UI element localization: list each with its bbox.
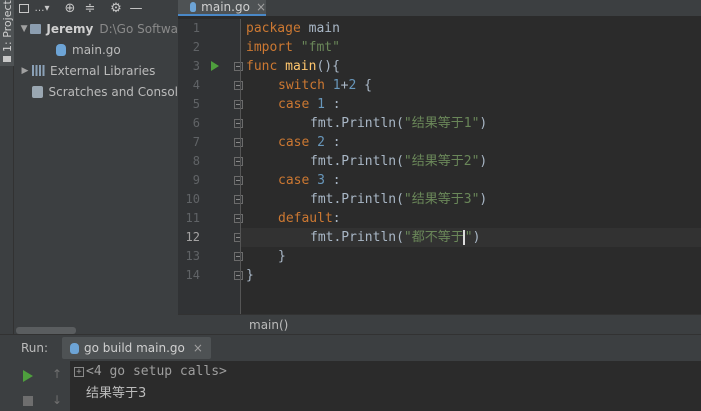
code-area[interactable]: package main import "fmt" func main(){ s… — [246, 19, 701, 314]
run-panel: Run: go build main.go × ↑ ↓ + <4 go setup… — [0, 334, 701, 411]
expand-icon[interactable]: + — [74, 366, 84, 377]
code-line-9: case 3 : — [278, 173, 341, 188]
hide-panel-icon[interactable]: — — [126, 0, 146, 16]
console-setup-calls[interactable]: + <4 go setup calls> — [74, 364, 227, 379]
breadcrumb-bar: main() — [178, 314, 701, 334]
run-gutter-icon[interactable] — [211, 61, 219, 71]
code-line-7: case 2 : — [278, 135, 341, 150]
libraries-icon — [32, 65, 45, 76]
line-number-current: 12 — [185, 230, 200, 244]
close-icon[interactable]: × — [193, 341, 203, 355]
go-file-icon — [56, 43, 66, 56]
left-tool-strip: 1: Project — [0, 0, 14, 334]
project-tree: ▼ Jeremy D:\Go Softwa main.go ▶ External… — [14, 18, 178, 102]
view-mode-icon[interactable] — [14, 0, 34, 16]
code-line-10: fmt.Println("结果等于3") — [310, 192, 488, 207]
line-number: 2 — [192, 40, 200, 54]
editor-gutter[interactable]: 1 2 3 4 5 6 7 8 9 10 11 12 13 14 — [178, 19, 243, 314]
run-tab-go-build[interactable]: go build main.go × — [62, 337, 211, 359]
tree-root-name: Jeremy — [46, 21, 94, 36]
line-number: 4 — [192, 78, 200, 92]
scroll-from-source-icon[interactable]: ⊕ — [60, 0, 80, 16]
code-line-13: } — [278, 249, 286, 264]
project-panel: …▾ ⊕ ≑ ⚙ — ▼ Jeremy D:\Go Softwa main.go… — [14, 0, 178, 334]
gear-icon[interactable]: ⚙ — [106, 0, 126, 16]
arrow-up-icon[interactable]: ↑ — [52, 367, 62, 381]
project-tool-tab-label: 1: Project — [1, 0, 14, 52]
run-toolbar: ↑ ↓ — [14, 361, 70, 411]
rerun-icon[interactable] — [23, 370, 33, 382]
scratches-icon — [32, 85, 44, 98]
line-number: 6 — [192, 116, 200, 130]
line-number: 10 — [185, 192, 200, 206]
code-line-3: func main(){ — [246, 59, 340, 74]
chevron-down-icon[interactable]: ▼ — [18, 24, 30, 34]
fold-icon[interactable] — [234, 100, 243, 109]
tab-main-go[interactable]: main.go × — [178, 0, 266, 16]
run-tab-label: go build main.go — [84, 341, 185, 355]
line-number: 9 — [192, 173, 200, 187]
fold-icon[interactable] — [234, 62, 243, 71]
tree-scratches-label: Scratches and Consol — [48, 84, 178, 99]
code-line-8: fmt.Println("结果等于2") — [310, 154, 488, 169]
run-console[interactable]: + <4 go setup calls> 结果等于3 — [70, 361, 701, 411]
code-line-4: switch 1+2 { — [278, 78, 372, 93]
tree-root-path: D:\Go Softwa — [99, 21, 178, 36]
close-icon[interactable]: × — [256, 0, 266, 14]
tree-external-libraries-label: External Libraries — [50, 63, 156, 78]
code-line-1: package main — [246, 21, 340, 36]
code-line-6: fmt.Println("结果等于1") — [310, 116, 488, 131]
editor: main.go × 1 2 3 4 5 6 7 8 9 10 11 12 13 … — [178, 0, 701, 334]
line-number: 14 — [185, 268, 200, 282]
go-file-icon — [190, 2, 197, 12]
project-panel-toolbar: …▾ ⊕ ≑ ⚙ — — [14, 0, 178, 16]
line-number: 13 — [185, 249, 200, 263]
line-number: 11 — [185, 211, 200, 225]
line-number: 1 — [192, 21, 200, 35]
code-line-2: import "fmt" — [246, 40, 340, 55]
stop-icon[interactable] — [23, 396, 33, 406]
fold-icon[interactable] — [234, 119, 243, 128]
fold-icon[interactable] — [234, 214, 243, 223]
folder-icon — [30, 23, 42, 34]
fold-icon[interactable] — [234, 252, 243, 261]
tree-item-external-libraries[interactable]: ▶ External Libraries — [14, 60, 178, 81]
code-line-5: case 1 : — [278, 97, 341, 112]
go-build-icon — [70, 342, 79, 354]
breadcrumb[interactable]: main() — [249, 318, 288, 332]
code-line-11: default: — [278, 211, 341, 226]
chevron-right-icon[interactable]: ▶ — [18, 66, 32, 76]
fold-icon[interactable] — [234, 195, 243, 204]
fold-icon[interactable] — [234, 176, 243, 185]
gutter-divider — [240, 19, 241, 314]
fold-icon[interactable] — [234, 271, 243, 280]
view-mode-dropdown-icon[interactable]: …▾ — [34, 0, 50, 16]
fold-icon[interactable] — [234, 157, 243, 166]
collapse-all-icon[interactable]: ≑ — [80, 0, 100, 16]
tree-item-main-go[interactable]: main.go — [14, 39, 178, 60]
code-line-12: fmt.Println("都不等于") — [310, 230, 481, 245]
project-panel-scrollbar[interactable] — [16, 327, 76, 334]
tree-file-name: main.go — [72, 42, 121, 57]
line-number: 8 — [192, 154, 200, 168]
fold-icon[interactable] — [234, 81, 243, 90]
fold-icon[interactable] — [234, 138, 243, 147]
console-output: 结果等于3 — [86, 386, 147, 401]
line-number: 5 — [192, 97, 200, 111]
editor-tab-bar: main.go × — [178, 0, 701, 16]
code-line-14: } — [246, 268, 254, 283]
line-number: 3 — [192, 59, 200, 73]
line-number: 7 — [192, 135, 200, 149]
run-panel-label: Run: — [21, 341, 49, 355]
arrow-down-icon[interactable]: ↓ — [52, 393, 62, 407]
tree-item-scratches[interactable]: Scratches and Consol — [14, 81, 178, 102]
project-folder-icon — [3, 56, 11, 62]
tab-label: main.go — [201, 0, 250, 14]
run-panel-header: Run: go build main.go × — [0, 335, 701, 361]
tree-item-root[interactable]: ▼ Jeremy D:\Go Softwa — [14, 18, 178, 39]
